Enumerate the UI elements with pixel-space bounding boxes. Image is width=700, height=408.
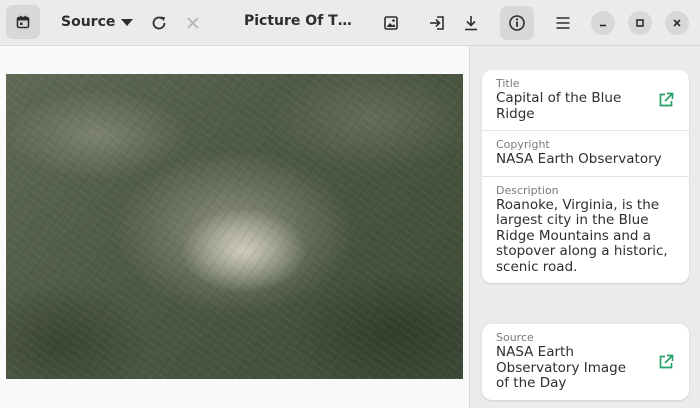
page-title: Picture Of T…	[244, 13, 352, 29]
description-row: Description Roanoke, Virginia, is the la…	[482, 177, 689, 284]
minimize-button[interactable]	[591, 11, 615, 35]
title-row: Title Capital of the Blue Ridge	[482, 70, 689, 131]
photo-texture	[6, 74, 463, 379]
description-label: Description	[496, 183, 559, 197]
external-link-icon[interactable]	[657, 91, 675, 109]
hamburger-menu-icon	[555, 15, 571, 31]
refresh-button[interactable]	[146, 10, 172, 36]
refresh-icon	[150, 14, 168, 32]
copyright-value: NASA Earth Observatory	[496, 151, 662, 167]
window-close-button[interactable]	[665, 11, 689, 35]
external-link-icon[interactable]	[657, 353, 675, 371]
details-sidebar: Title Capital of the Blue Ridge Copyrigh…	[469, 46, 700, 408]
copyright-row: Copyright NASA Earth Observatory	[482, 131, 689, 177]
chevron-down-icon	[121, 19, 134, 26]
image-icon	[383, 15, 399, 31]
import-button[interactable]	[424, 10, 450, 36]
description-value: Roanoke, Virginia, is the largest city i…	[496, 196, 668, 275]
calendar-button[interactable]	[6, 5, 40, 39]
details-card: Title Capital of the Blue Ridge Copyrigh…	[482, 70, 689, 283]
window-close-icon	[672, 18, 682, 28]
title-label: Title	[496, 77, 520, 90]
info-button[interactable]	[500, 6, 534, 40]
source-label: Source	[61, 14, 116, 30]
download-button[interactable]	[458, 10, 484, 36]
close-x-icon	[186, 16, 200, 30]
minimize-icon	[598, 18, 608, 28]
image-view	[0, 46, 469, 408]
cancel-button[interactable]	[180, 10, 206, 36]
title-value: Capital of the Blue Ridge	[496, 90, 622, 122]
maximize-button[interactable]	[628, 11, 652, 35]
set-wallpaper-button[interactable]	[378, 10, 404, 36]
source-card-value: NASA Earth Observatory Image of the Day	[496, 344, 627, 391]
source-card: Source NASA Earth Observatory Image of t…	[482, 324, 689, 400]
source-dropdown[interactable]: Source	[53, 8, 141, 36]
source-card-label: Source	[496, 331, 534, 344]
main-menu-button[interactable]	[550, 10, 576, 36]
download-icon	[462, 14, 480, 32]
maximize-icon	[635, 18, 645, 28]
header-bar: Source Picture Of T…	[0, 0, 700, 46]
source-row: Source NASA Earth Observatory Image of t…	[482, 324, 689, 400]
info-icon	[508, 14, 526, 32]
import-icon	[428, 14, 446, 32]
satellite-photo	[6, 74, 463, 379]
copyright-label: Copyright	[496, 138, 550, 151]
calendar-icon	[16, 15, 30, 29]
